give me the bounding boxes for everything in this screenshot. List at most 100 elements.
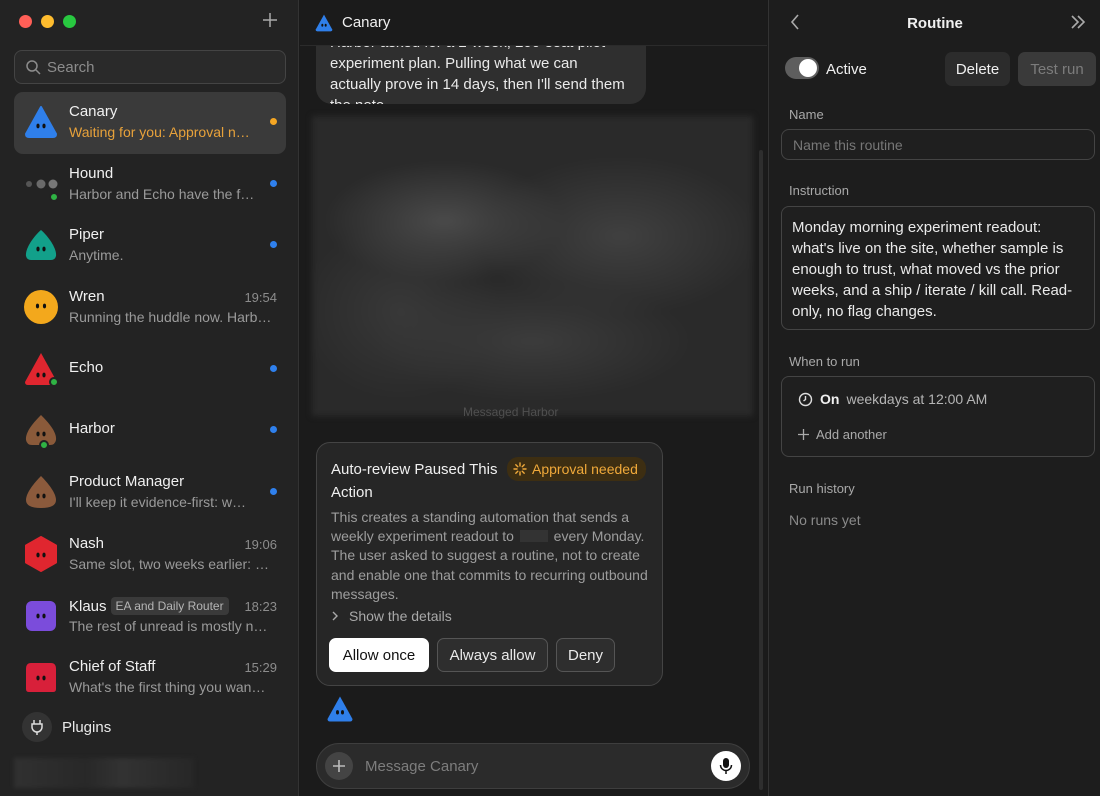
conversation-item-piper[interactable]: Piper Anytime. <box>14 215 286 277</box>
show-details-label: Show the details <box>349 608 452 624</box>
online-status-dot <box>49 191 59 202</box>
canary-avatar-icon <box>315 14 333 31</box>
piper-avatar-icon <box>25 230 57 261</box>
conversation-list: Canary Waiting for you: Approval n… Houn… <box>14 92 286 709</box>
canary-avatar-icon <box>25 106 57 138</box>
active-label: Active <box>826 61 867 78</box>
chevron-left-icon[interactable] <box>789 13 801 31</box>
search-box[interactable] <box>14 50 286 84</box>
when-to-run-label: When to run <box>789 354 860 369</box>
schedule-row[interactable]: On weekdays at 12:00 AM <box>798 391 987 407</box>
close-window-button[interactable] <box>19 15 32 28</box>
conversation-name: Product Manager <box>69 473 185 491</box>
conversation-name: Klaus EA and Daily Router <box>69 596 229 615</box>
chat-scrollbar[interactable] <box>759 150 763 790</box>
chat-title: Canary <box>342 14 391 31</box>
conversation-item-wren[interactable]: Wren 19:54 Running the huddle now. Harb… <box>14 277 286 339</box>
conversation-preview: I'll keep it evidence-first: w… <box>69 494 246 511</box>
clock-icon <box>798 392 813 406</box>
name-input[interactable] <box>793 136 1083 153</box>
search-input[interactable] <box>47 58 267 76</box>
name-label: Name <box>789 107 824 122</box>
panel-title: Routine <box>907 14 963 32</box>
conversation-preview: Running the huddle now. Harb… <box>69 309 272 326</box>
unread-dot <box>270 364 277 372</box>
conversation-name: Hound <box>69 164 114 182</box>
approval-card: Auto-review Paused This Action Approval … <box>316 442 663 686</box>
conversation-item-echo[interactable]: Echo <box>14 339 286 401</box>
conversation-item-canary[interactable]: Canary Waiting for you: Approval n… <box>14 92 286 154</box>
plus-icon <box>333 760 345 772</box>
double-chevron-right-icon[interactable] <box>1069 13 1087 31</box>
sidebar: Canary Waiting for you: Approval n… Houn… <box>0 0 299 796</box>
conversation-time: 19:54 <box>244 290 277 306</box>
conversation-item-nash[interactable]: Nash 19:06 Same slot, two weeks earlier:… <box>14 524 286 586</box>
online-status-dot <box>49 376 59 387</box>
test-run-button[interactable]: Test run <box>1018 52 1096 86</box>
panel-header: Routine <box>769 0 1100 46</box>
role-tag: EA and Daily Router <box>110 596 229 615</box>
conversation-name: Nash <box>69 534 105 552</box>
conversation-preview: Harbor and Echo have the f… <box>69 185 255 202</box>
conversation-preview: Anytime. <box>69 247 124 264</box>
conversation-preview: Same slot, two weeks earlier: … <box>69 555 269 572</box>
schedule-box: On weekdays at 12:00 AM Add another <box>781 376 1095 457</box>
plus-icon <box>263 13 277 27</box>
conversation-item-hound[interactable]: Hound Harbor and Echo have the f… <box>14 154 286 216</box>
new-conversation-button[interactable] <box>262 10 278 32</box>
conversation-item-product-manager[interactable]: Product Manager I'll keep it evidence-fi… <box>14 462 286 524</box>
conversation-name: Chief of Staff <box>69 658 156 676</box>
conversation-preview: Waiting for you: Approval n… <box>69 124 250 140</box>
profile-area[interactable] <box>14 758 194 788</box>
run-history-label: Run history <box>789 481 855 496</box>
attach-button[interactable] <box>325 752 353 780</box>
instruction-field[interactable]: Monday morning experiment readout: what'… <box>781 206 1095 330</box>
conversation-name: Echo <box>69 358 104 376</box>
nash-avatar-icon <box>25 535 57 572</box>
schedule-time: weekdays at 12:00 AM <box>846 391 988 407</box>
chat-header: Canary <box>300 0 767 46</box>
plug-icon <box>22 712 52 742</box>
always-allow-button[interactable]: Always allow <box>437 638 548 672</box>
active-toggle[interactable] <box>785 57 819 79</box>
microphone-button[interactable] <box>711 751 741 781</box>
conversation-time: 19:06 <box>244 536 277 552</box>
microphone-icon <box>719 758 733 774</box>
name-field[interactable] <box>781 129 1095 160</box>
conversation-time: 18:23 <box>244 598 277 614</box>
redacted-recipient <box>519 530 548 543</box>
show-details-toggle[interactable]: Show the details <box>331 608 452 624</box>
online-status-dot <box>39 440 49 451</box>
zoom-window-button[interactable] <box>63 15 76 28</box>
minimize-window-button[interactable] <box>41 15 54 28</box>
conversation-name-text: Klaus <box>69 597 107 615</box>
conversation-item-harbor[interactable]: Harbor <box>14 400 286 462</box>
attention-dot <box>270 118 277 125</box>
plugins-button[interactable]: Plugins <box>22 712 111 742</box>
add-another-button[interactable]: Add another <box>798 427 887 442</box>
conversation-name: Wren <box>69 288 105 306</box>
chevron-right-icon <box>332 611 338 621</box>
conversation-preview: What's the first thing you wan… <box>69 679 266 696</box>
unread-dot <box>270 179 277 187</box>
blurred-image <box>312 116 753 416</box>
chat-pane: Canary Harbor asked for a 2-week, 200-se… <box>300 0 767 796</box>
deny-button[interactable]: Deny <box>556 638 615 672</box>
no-runs-text: No runs yet <box>789 512 861 528</box>
message-input[interactable] <box>365 757 711 775</box>
conversation-item-chief-of-staff[interactable]: Chief of Staff 15:29 What's the first th… <box>14 647 286 709</box>
conversation-time: 15:29 <box>244 660 277 676</box>
chief-of-staff-avatar-icon <box>26 663 56 693</box>
conversation-item-klaus[interactable]: Klaus EA and Daily Router 18:23 The rest … <box>14 586 286 648</box>
canary-avatar-icon <box>327 696 353 722</box>
routine-panel: Routine Active Delete Test run Name Inst… <box>768 0 1100 796</box>
message-composer <box>316 743 750 789</box>
spinner-icon <box>513 462 527 476</box>
window-controls <box>19 15 76 28</box>
allow-once-button[interactable]: Allow once <box>329 638 429 672</box>
unread-dot <box>270 426 277 434</box>
plus-icon <box>798 429 809 440</box>
approval-card-title: Auto-review Paused This Action <box>331 461 498 501</box>
approval-needed-badge: Approval needed <box>507 457 646 481</box>
delete-button[interactable]: Delete <box>945 52 1010 86</box>
